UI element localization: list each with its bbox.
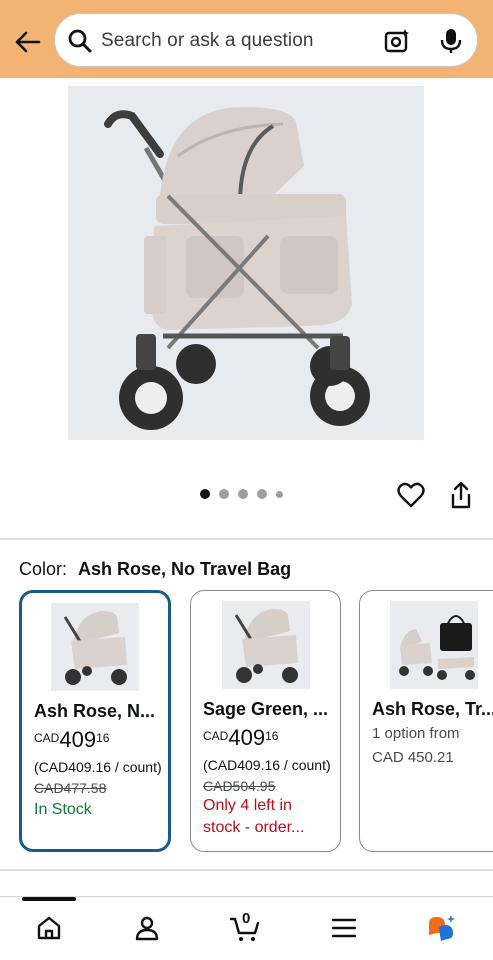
nav-cart[interactable]: 0 xyxy=(229,910,261,943)
unit-price: (CAD409.16 / count) xyxy=(203,757,331,773)
menu-icon xyxy=(331,918,357,938)
carousel-dot[interactable] xyxy=(219,489,229,499)
product-image[interactable] xyxy=(68,86,424,440)
variant-price: CAD 409 16 xyxy=(34,729,109,751)
wishlist-heart-icon[interactable] xyxy=(397,481,425,509)
search-placeholder: Search or ask a question xyxy=(101,30,314,51)
unit-price: (CAD409.16 / count) xyxy=(34,759,162,775)
image-carousel-dots[interactable] xyxy=(200,489,283,499)
microphone-icon[interactable] xyxy=(438,27,464,55)
cart-count: 0 xyxy=(242,910,251,927)
price-fraction: 16 xyxy=(265,729,279,743)
variant-image xyxy=(390,601,478,689)
section-divider xyxy=(0,869,493,871)
color-label: Color: xyxy=(19,559,68,579)
search-input[interactable]: Search or ask a question xyxy=(54,13,478,67)
stock-status-line2: stock - order... xyxy=(203,819,305,836)
variant-card-sage-green[interactable]: Sage Green, ... CAD 409 16 (CAD409.16 / … xyxy=(190,590,341,852)
camera-search-icon[interactable] xyxy=(383,27,411,55)
nav-rufus[interactable] xyxy=(425,913,457,943)
stroller-with-bag-thumbnail xyxy=(399,615,475,680)
variant-name: Ash Rose, Tr... xyxy=(372,699,493,719)
price-whole: 409 xyxy=(228,725,266,750)
color-value: Ash Rose, No Travel Bag xyxy=(78,559,292,579)
variant-name: Ash Rose, N... xyxy=(34,701,156,721)
active-tab-indicator xyxy=(22,897,76,901)
variant-name: Sage Green, ... xyxy=(203,699,329,719)
nav-home[interactable] xyxy=(33,913,65,943)
price-fraction: 16 xyxy=(96,731,110,745)
section-divider xyxy=(0,538,493,540)
stroller-thumbnail xyxy=(63,611,127,685)
carousel-dot[interactable] xyxy=(276,490,283,498)
options-count: 1 option from xyxy=(372,725,460,742)
account-icon xyxy=(135,916,159,941)
back-button[interactable] xyxy=(10,25,44,59)
stroller-thumbnail xyxy=(234,609,298,683)
from-price: CAD 450.21 xyxy=(372,749,454,766)
color-selector-line: Color: Ash Rose, No Travel Bag xyxy=(19,559,291,580)
stroller-image xyxy=(104,107,370,430)
home-icon xyxy=(37,916,61,940)
price-currency: CAD xyxy=(34,731,60,745)
list-price: CAD504.95 xyxy=(203,778,276,794)
variant-image xyxy=(222,601,310,689)
list-price: CAD477.58 xyxy=(34,780,107,796)
price-currency: CAD xyxy=(203,729,229,743)
top-header: Search or ask a question xyxy=(0,0,493,78)
search-icon xyxy=(68,29,92,53)
nav-menu[interactable] xyxy=(328,913,360,943)
variant-card-ash-rose-travel[interactable]: Ash Rose, Tr... 1 option from CAD 450.21 xyxy=(359,590,493,852)
variant-price: CAD 409 16 xyxy=(203,727,278,749)
carousel-dot[interactable] xyxy=(238,489,248,499)
stock-status: In Stock xyxy=(34,801,92,818)
rufus-icon xyxy=(429,915,455,941)
nav-account[interactable] xyxy=(131,913,163,943)
variant-image xyxy=(51,603,139,691)
share-icon[interactable] xyxy=(449,480,473,510)
carousel-dot[interactable] xyxy=(257,489,267,499)
bottom-navigation: 0 xyxy=(0,896,493,960)
back-arrow-icon xyxy=(15,31,41,53)
variant-card-ash-rose[interactable]: Ash Rose, N... CAD 409 16 (CAD409.16 / c… xyxy=(19,590,171,852)
price-whole: 409 xyxy=(59,727,97,752)
stock-status-line1: Only 4 left in xyxy=(203,797,292,814)
carousel-dot[interactable] xyxy=(200,489,210,499)
